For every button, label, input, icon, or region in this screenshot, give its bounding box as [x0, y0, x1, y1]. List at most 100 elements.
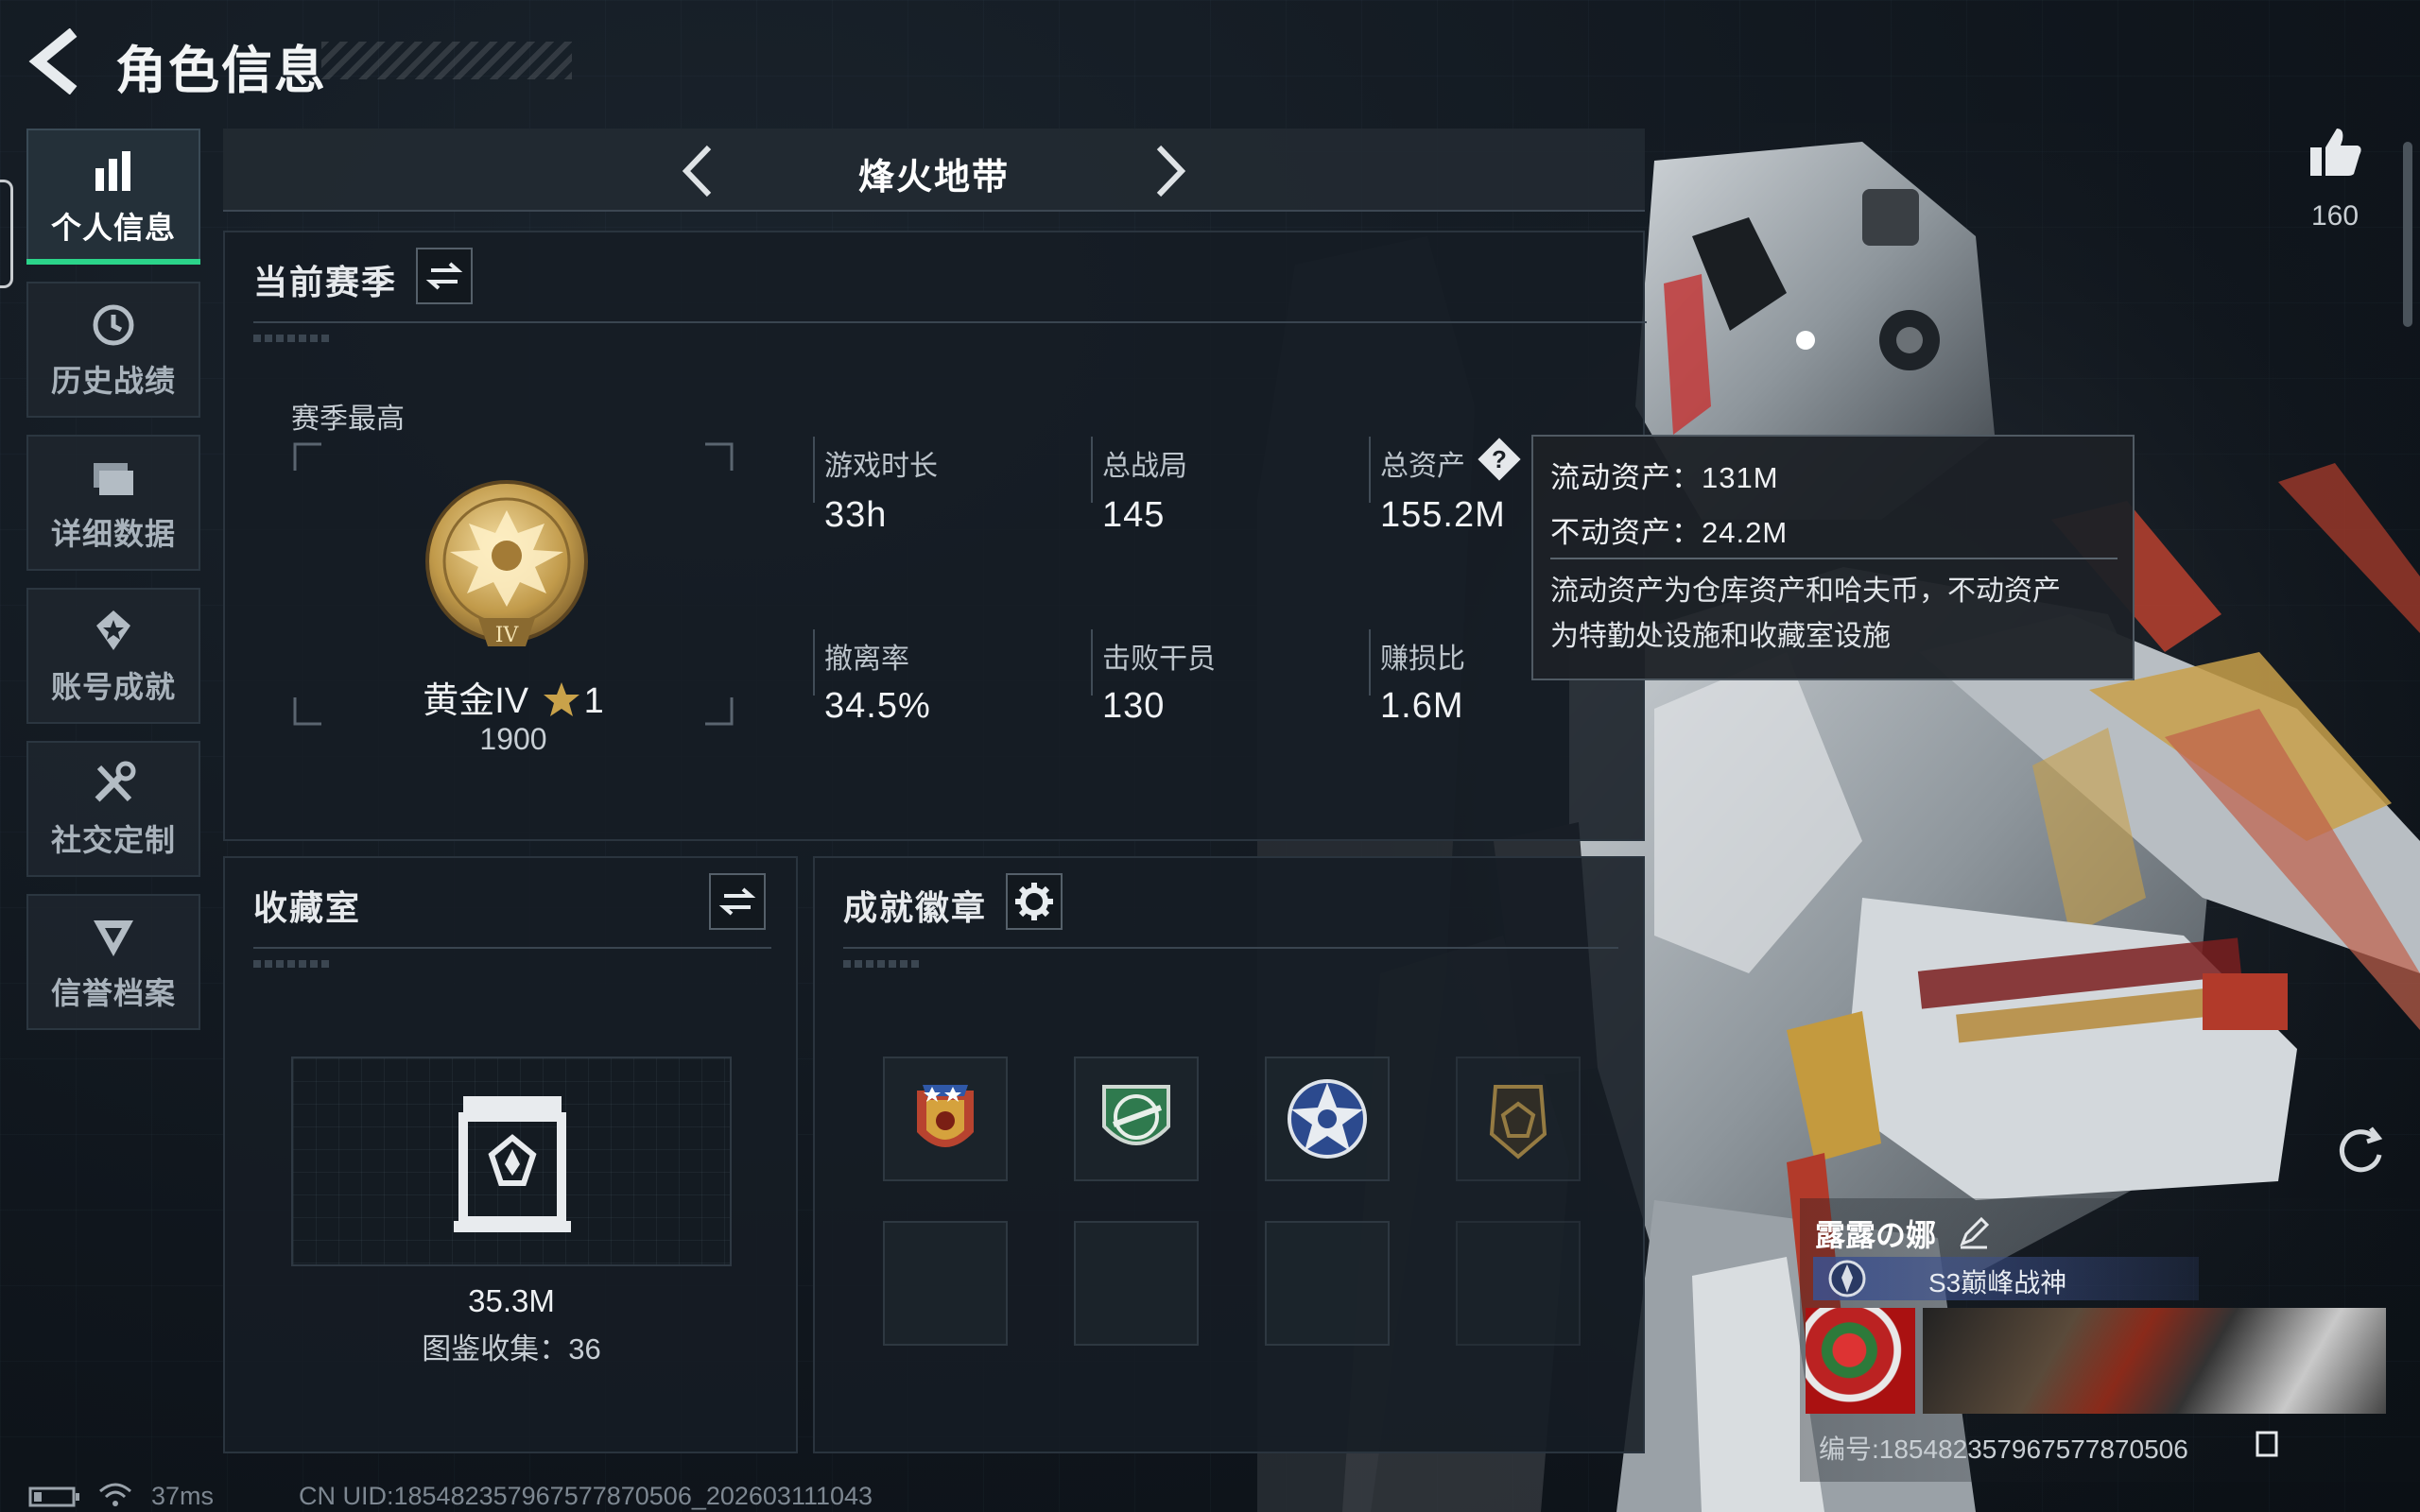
stat-value-assets: 155.2M	[1380, 495, 1506, 535]
stat-label-extract-rate: 撤离率	[824, 644, 909, 675]
player-uid: CN UID:185482357967577870506_20260311104…	[299, 1482, 873, 1510]
skull-star-badge-icon	[1288, 1079, 1367, 1159]
gold-rank-emblem-icon: IV	[425, 480, 588, 647]
page-title: 角色信息	[115, 43, 327, 99]
rank-name: 黄金IV	[423, 681, 529, 721]
stat-divider	[1091, 629, 1093, 696]
nav-label: 社交定制	[50, 823, 176, 857]
wifi-icon	[99, 1483, 131, 1506]
collection-switch-button[interactable]	[709, 873, 766, 930]
badge-slot[interactable]	[883, 1057, 1008, 1181]
copy-icon[interactable]	[2254, 1427, 2282, 1459]
badges-panel: 成就徽章	[813, 856, 1645, 1453]
gear-icon	[1015, 883, 1053, 920]
stat-label-matches: 总战局	[1102, 451, 1187, 482]
rank-score: 1900	[479, 722, 547, 756]
gem-shield-badge-icon	[1489, 1085, 1547, 1160]
character-title: S3巅峰战神	[1928, 1268, 2067, 1297]
badge-slot-empty[interactable]	[1265, 1221, 1390, 1346]
season-best-label: 赛季最高	[291, 404, 405, 435]
season-panel: 当前赛季 赛季最高 IV 黄金IV 1 1900 游戏时长 33h 总战局 14…	[223, 231, 1647, 841]
stat-divider	[1091, 437, 1093, 503]
character-banner[interactable]	[1923, 1308, 2386, 1414]
nav-label: 信誉档案	[50, 976, 176, 1010]
nav-label: 历史战绩	[50, 364, 176, 398]
ping-value: 37ms	[151, 1482, 215, 1510]
next-mode-button[interactable]	[1150, 142, 1191, 200]
stat-divider	[1369, 437, 1371, 503]
scrollbar[interactable]	[2403, 142, 2412, 327]
title-emblem-icon	[1828, 1260, 1866, 1297]
back-button[interactable]	[26, 28, 83, 94]
tooltip-description-line2: 为特勤处设施和收藏室设施	[1550, 621, 1891, 652]
nav-label: 个人信息	[50, 211, 176, 245]
decoration-bar	[253, 335, 329, 342]
credit-emblem-icon	[94, 920, 133, 956]
character-title-tag[interactable]: S3巅峰战神	[1813, 1257, 2199, 1300]
stat-divider	[813, 437, 815, 503]
tooltip-description-line1: 流动资产为仓库资产和哈夫币，不动资产	[1550, 576, 2061, 607]
badge-slot[interactable]	[1456, 1057, 1581, 1181]
season-switch-button[interactable]	[416, 248, 473, 304]
badge-slot-empty[interactable]	[1456, 1221, 1581, 1346]
stat-divider	[813, 629, 815, 696]
stat-value-profit-ratio: 1.6M	[1380, 686, 1464, 726]
mode-title: 烽火地带	[857, 158, 1010, 198]
star-shield-badge-icon	[917, 1085, 974, 1147]
tooltip-fixed-assets: 不动资产：24.2M	[1550, 516, 1789, 549]
stat-value-kills: 130	[1102, 686, 1166, 726]
nav-item-history[interactable]: 历史战绩	[26, 282, 200, 418]
achievement-star-icon	[96, 610, 130, 650]
badges-title: 成就徽章	[843, 888, 988, 927]
character-name: 露露の娜	[1815, 1218, 1937, 1252]
badge-slot[interactable]	[1265, 1057, 1390, 1181]
edit-pencil-icon[interactable]	[1955, 1213, 1993, 1251]
badge-slot-empty[interactable]	[883, 1221, 1008, 1346]
collection-value: 35.3M	[468, 1283, 555, 1318]
decoration-bar	[253, 960, 329, 968]
nav-label: 账号成就	[50, 670, 176, 704]
stat-label-assets: 总资产	[1380, 451, 1465, 482]
tools-icon	[95, 761, 136, 802]
badges-settings-button[interactable]	[1006, 873, 1063, 930]
stat-label-playtime: 游戏时长	[824, 451, 938, 482]
badge-slot-empty[interactable]	[1074, 1221, 1199, 1346]
like-thumb-icon[interactable]	[2305, 121, 2365, 181]
rose-bouquet-thumbnail[interactable]	[1806, 1308, 1915, 1414]
nav-item-personal-info[interactable]: 个人信息	[26, 129, 200, 265]
stat-value-playtime: 33h	[824, 495, 888, 535]
info-question-icon[interactable]: ?	[1475, 435, 1524, 484]
character-serial: 编号:185482357967577870506	[1819, 1435, 2188, 1464]
divider	[253, 321, 1647, 323]
star-icon	[543, 682, 579, 716]
divider	[253, 947, 771, 949]
badge-slot[interactable]	[1074, 1057, 1199, 1181]
nav-item-achievements[interactable]: 账号成就	[26, 588, 200, 724]
nav-edge-tab[interactable]	[0, 180, 13, 288]
folder-icon	[94, 463, 133, 495]
swap-icon	[425, 262, 463, 290]
nav-item-credit[interactable]: 信誉档案	[26, 894, 200, 1030]
display-case-icon	[454, 1096, 571, 1232]
divider	[843, 947, 1618, 949]
rank-line: 黄金IV 1	[293, 671, 734, 723]
tooltip-divider	[1550, 558, 2118, 559]
history-clock-icon	[93, 304, 134, 346]
assets-tooltip: 流动资产：131M 不动资产：24.2M 流动资产为仓库资产和哈夫币，不动资产 …	[1531, 435, 2135, 680]
stat-label-kills: 击败干员	[1102, 644, 1216, 675]
collection-title: 收藏室	[253, 888, 362, 927]
stat-divider	[1369, 629, 1371, 696]
collection-display[interactable]	[291, 1057, 732, 1266]
rotate-view-icon[interactable]	[2327, 1117, 2394, 1183]
svg-text:?: ?	[1492, 445, 1507, 473]
title-decoration	[321, 42, 572, 79]
rifle-shield-badge-icon	[1102, 1085, 1170, 1145]
nav-item-social[interactable]: 社交定制	[26, 741, 200, 877]
stat-label-profit-ratio: 赚损比	[1380, 644, 1465, 675]
nav-item-detailed-data[interactable]: 详细数据	[26, 435, 200, 571]
collection-panel: 收藏室 35.3M 图鉴收集：36	[223, 856, 798, 1453]
stat-value-matches: 145	[1102, 495, 1166, 535]
battery-icon	[28, 1486, 79, 1507]
season-title: 当前赛季	[253, 263, 398, 301]
rank-stars: 1	[583, 681, 604, 721]
